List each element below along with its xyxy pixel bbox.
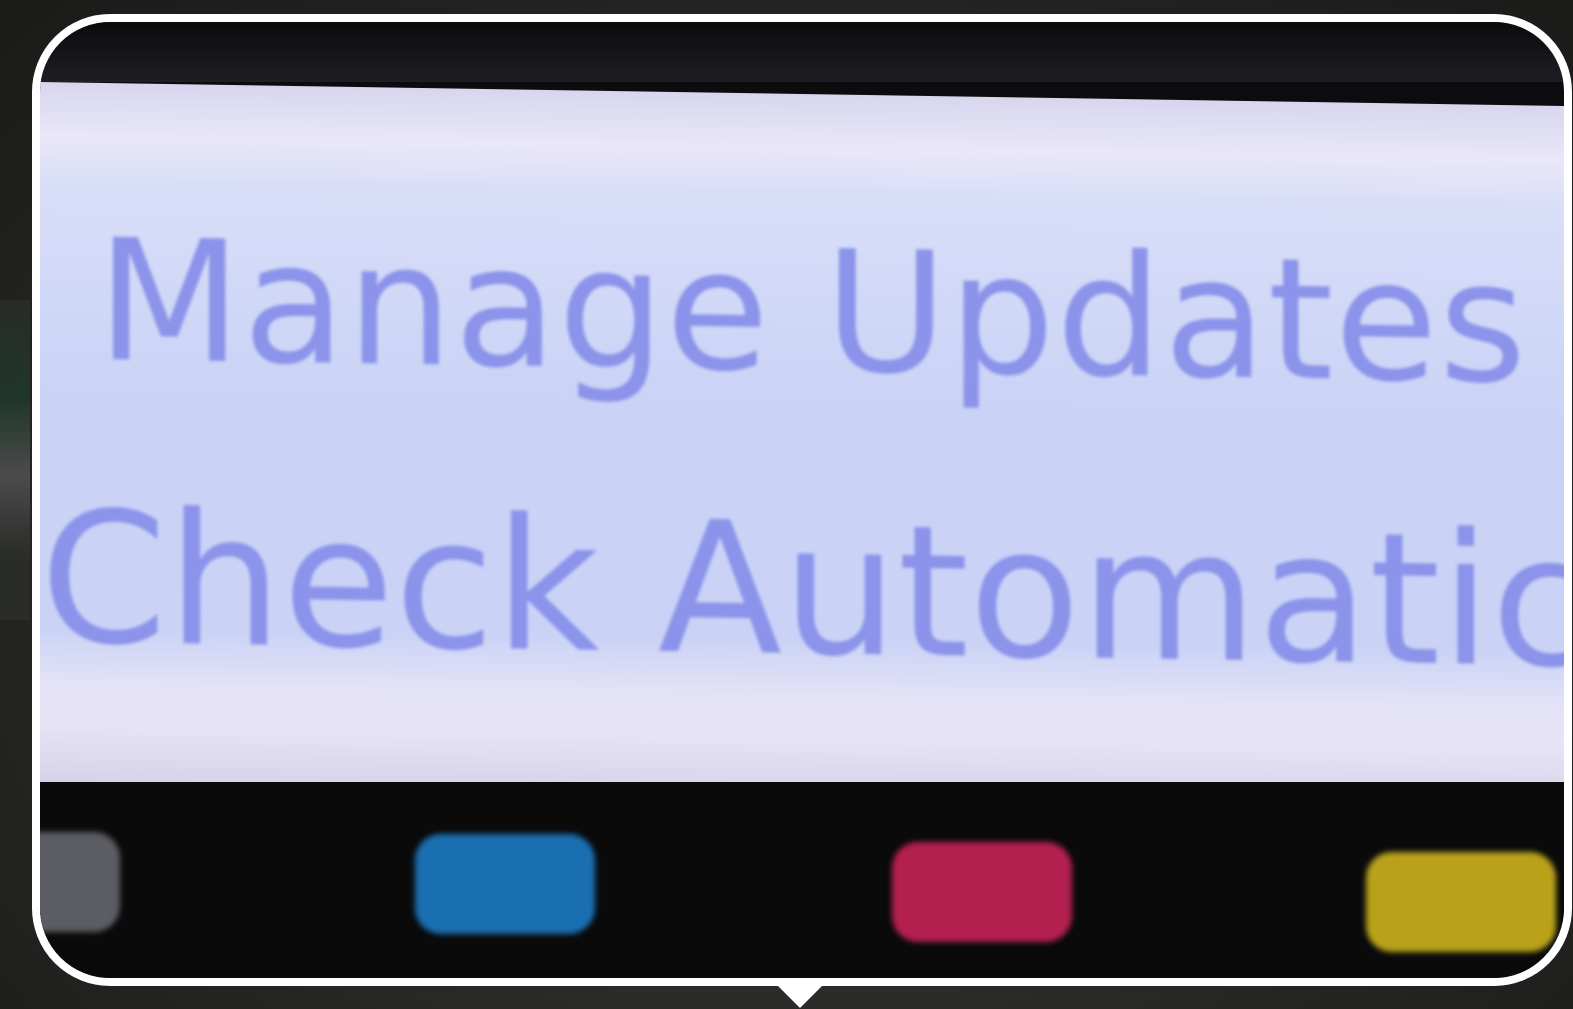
panel-edge bbox=[0, 300, 30, 620]
zoom-callout: Manage Updates Check Automatically bbox=[32, 14, 1572, 986]
display-bezel-top bbox=[40, 22, 1564, 82]
magenta-button[interactable] bbox=[892, 842, 1072, 942]
yellow-button[interactable] bbox=[1366, 852, 1556, 952]
menu-option-check-automatically[interactable]: Check Automatically bbox=[40, 472, 1564, 713]
display-bezel-bottom bbox=[40, 782, 1564, 978]
lcd-display: Manage Updates Check Automatically bbox=[40, 82, 1564, 806]
menu-title: Manage Updates bbox=[96, 202, 1528, 422]
blue-button[interactable] bbox=[415, 834, 595, 934]
printer-panel-scene: Manage Updates Check Automatically bbox=[0, 0, 1573, 1009]
gray-button[interactable] bbox=[40, 832, 120, 932]
callout-pointer bbox=[770, 978, 830, 1008]
